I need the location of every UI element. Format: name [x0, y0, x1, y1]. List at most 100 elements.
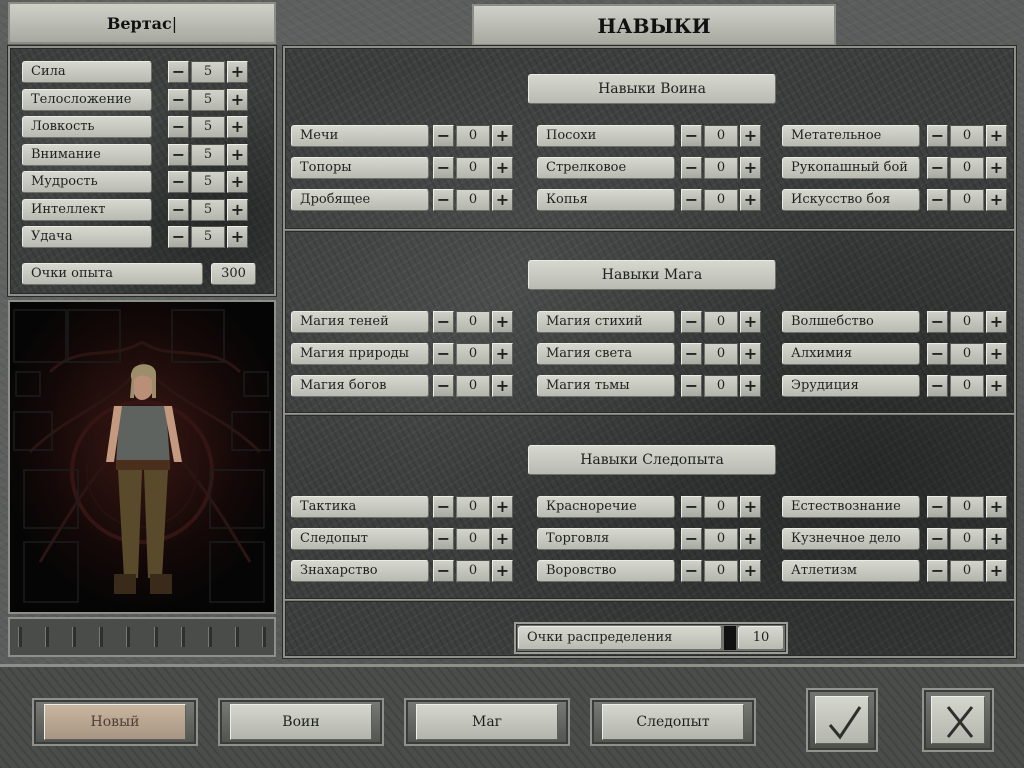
skill-increment-button[interactable]: +: [492, 496, 513, 518]
attribute-decrement-button[interactable]: −: [168, 143, 189, 166]
skill-decrement-button[interactable]: −: [681, 496, 702, 518]
skill-increment-button[interactable]: +: [986, 496, 1007, 518]
skill-decrement-button[interactable]: −: [927, 528, 948, 550]
skill-stepper: −0 +: [927, 157, 1007, 179]
quick-slot[interactable]: [180, 627, 185, 647]
skill-increment-button[interactable]: +: [986, 375, 1007, 397]
attribute-increment-button[interactable]: +: [227, 198, 248, 221]
skill-increment-button[interactable]: +: [986, 560, 1007, 582]
skill-increment-button[interactable]: +: [986, 189, 1007, 211]
skill-decrement-button[interactable]: −: [927, 560, 948, 582]
section-title: Навыки Следопыта: [528, 445, 776, 475]
quick-slot[interactable]: [234, 627, 239, 647]
skill-stepper: −0 +: [927, 125, 1007, 147]
skill-decrement-button[interactable]: −: [927, 375, 948, 397]
skill-decrement-button[interactable]: −: [927, 496, 948, 518]
attribute-increment-button[interactable]: +: [227, 61, 248, 83]
attribute-increment-button[interactable]: +: [227, 143, 248, 166]
skill-stepper: −0 +: [433, 343, 513, 365]
skill-label: Посохи: [537, 125, 675, 147]
skill-increment-button[interactable]: +: [986, 311, 1007, 333]
skill-decrement-button[interactable]: −: [433, 157, 454, 179]
skill-decrement-button[interactable]: −: [681, 125, 702, 147]
quick-slot[interactable]: [72, 627, 77, 647]
skill-increment-button[interactable]: +: [740, 189, 761, 211]
skill-decrement-button[interactable]: −: [433, 496, 454, 518]
skill-decrement-button[interactable]: −: [927, 343, 948, 365]
skill-decrement-button[interactable]: −: [927, 125, 948, 147]
skill-increment-button[interactable]: +: [492, 528, 513, 550]
quick-slot[interactable]: [153, 627, 158, 647]
quick-slot[interactable]: [261, 627, 266, 647]
section-title: Навыки Воина: [528, 74, 776, 104]
skill-value: 0: [456, 311, 490, 333]
attribute-decrement-button[interactable]: −: [168, 88, 189, 111]
preset-button[interactable]: Маг: [404, 698, 570, 746]
skill-decrement-button[interactable]: −: [433, 560, 454, 582]
skill-increment-button[interactable]: +: [740, 375, 761, 397]
skill-decrement-button[interactable]: −: [681, 528, 702, 550]
attribute-label: Сила: [22, 61, 152, 83]
skill-decrement-button[interactable]: −: [433, 343, 454, 365]
cancel-button[interactable]: [922, 688, 994, 752]
skill-increment-button[interactable]: +: [740, 157, 761, 179]
skill-increment-button[interactable]: +: [740, 125, 761, 147]
attribute-decrement-button[interactable]: −: [168, 171, 189, 193]
skill-decrement-button[interactable]: −: [681, 157, 702, 179]
character-name-tab[interactable]: Вертас|: [8, 2, 276, 44]
skill-increment-button[interactable]: +: [986, 528, 1007, 550]
skill-increment-button[interactable]: +: [986, 125, 1007, 147]
skill-decrement-button[interactable]: −: [681, 189, 702, 211]
skill-decrement-button[interactable]: −: [681, 311, 702, 333]
attribute-value: 5: [191, 143, 225, 166]
quick-slot[interactable]: [99, 627, 104, 647]
preset-button[interactable]: Новый: [32, 698, 198, 746]
attribute-decrement-button[interactable]: −: [168, 116, 189, 138]
attribute-increment-button[interactable]: +: [227, 171, 248, 193]
skill-increment-button[interactable]: +: [492, 125, 513, 147]
quick-slot[interactable]: [126, 627, 131, 647]
skill-decrement-button[interactable]: −: [433, 125, 454, 147]
skill-increment-button[interactable]: +: [492, 343, 513, 365]
skill-decrement-button[interactable]: −: [681, 375, 702, 397]
preset-button[interactable]: Следопыт: [590, 698, 756, 746]
skill-increment-button[interactable]: +: [740, 528, 761, 550]
attribute-decrement-button[interactable]: −: [168, 226, 189, 248]
skill-increment-button[interactable]: +: [740, 496, 761, 518]
skill-decrement-button[interactable]: −: [433, 528, 454, 550]
skill-increment-button[interactable]: +: [740, 343, 761, 365]
quick-slot[interactable]: [18, 627, 22, 647]
attribute-decrement-button[interactable]: −: [168, 61, 189, 83]
skill-decrement-button[interactable]: −: [927, 311, 948, 333]
attribute-decrement-button[interactable]: −: [168, 198, 189, 221]
skill-increment-button[interactable]: +: [986, 157, 1007, 179]
experience-value: 300: [211, 263, 256, 285]
quick-slot[interactable]: [45, 627, 50, 647]
skill-decrement-button[interactable]: −: [433, 375, 454, 397]
skill-decrement-button[interactable]: −: [681, 560, 702, 582]
skill-increment-button[interactable]: +: [492, 311, 513, 333]
quick-slot[interactable]: [207, 627, 212, 647]
attribute-stepper: −5 +: [168, 61, 248, 83]
skill-decrement-button[interactable]: −: [433, 189, 454, 211]
skill-increment-button[interactable]: +: [492, 375, 513, 397]
skill-increment-button[interactable]: +: [492, 157, 513, 179]
skill-label: Магия теней: [291, 311, 429, 333]
confirm-button[interactable]: [806, 688, 878, 752]
skill-increment-button[interactable]: +: [492, 560, 513, 582]
attribute-increment-button[interactable]: +: [227, 226, 248, 248]
skill-decrement-button[interactable]: −: [681, 343, 702, 365]
skill-increment-button[interactable]: +: [492, 189, 513, 211]
attribute-increment-button[interactable]: +: [227, 88, 248, 111]
skill-stepper: −0 +: [681, 528, 761, 550]
preset-button-label: Маг: [416, 704, 558, 740]
skill-decrement-button[interactable]: −: [927, 157, 948, 179]
skill-decrement-button[interactable]: −: [433, 311, 454, 333]
skill-increment-button[interactable]: +: [740, 311, 761, 333]
preset-button[interactable]: Воин: [218, 698, 384, 746]
attribute-increment-button[interactable]: +: [227, 116, 248, 138]
skill-decrement-button[interactable]: −: [927, 189, 948, 211]
skill-increment-button[interactable]: +: [986, 343, 1007, 365]
skill-label: Мечи: [291, 125, 429, 147]
skill-increment-button[interactable]: +: [740, 560, 761, 582]
